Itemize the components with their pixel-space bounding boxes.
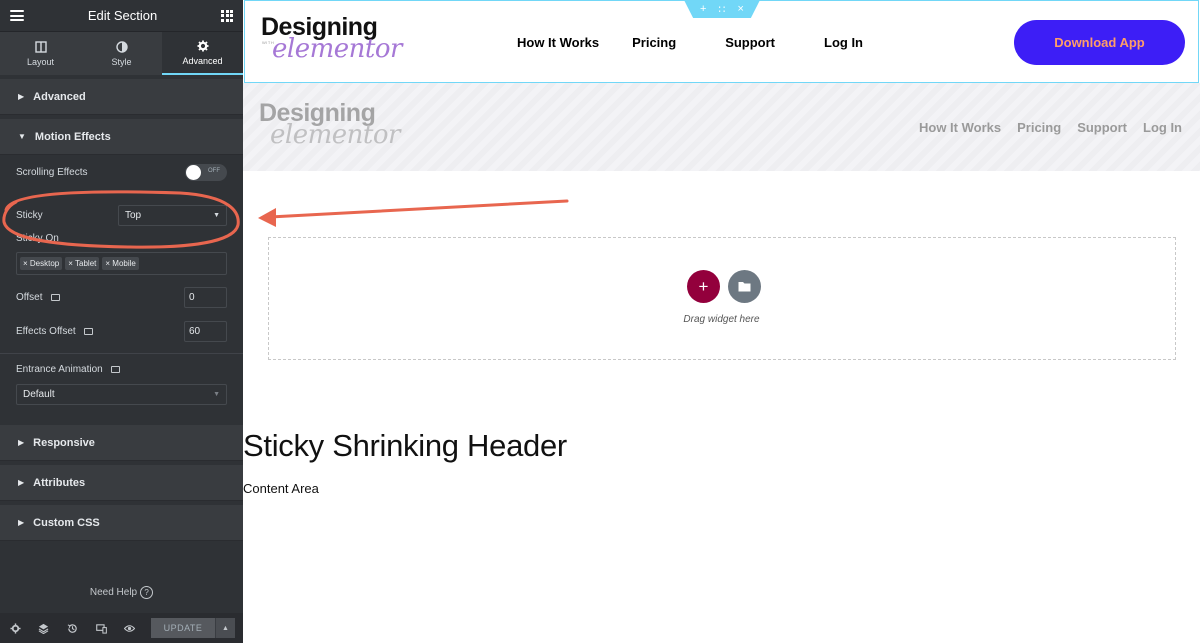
nav-how-it-works[interactable]: How It Works (517, 35, 599, 50)
content-area-text: Content Area (243, 481, 319, 496)
page-heading: Sticky Shrinking Header (243, 428, 567, 463)
logo-elementor-text-faded: elementor (270, 120, 400, 150)
panel-title: Edit Section (87, 8, 158, 23)
section-advanced[interactable]: ▶ Advanced (0, 79, 243, 115)
section-custom-css-label: Custom CSS (33, 516, 100, 529)
update-button-group: UPDATE ▲ (151, 618, 235, 638)
preview-eye-icon[interactable] (122, 620, 137, 636)
chevron-down-icon: ▼ (213, 212, 220, 219)
nav-log-in[interactable]: Log In (824, 35, 863, 50)
desktop-monitor-icon[interactable] (83, 328, 93, 335)
section-handle[interactable]: + ∷ × (684, 0, 760, 18)
desktop-monitor-icon[interactable] (50, 294, 60, 301)
panel-footer: UPDATE ▲ (0, 613, 243, 643)
offset-label: Offset (16, 292, 43, 303)
site-logo[interactable]: Designing WITH elementor (261, 13, 402, 64)
caret-right-icon: ▶ (18, 478, 25, 487)
shrunk-nav-pricing: Pricing (1017, 120, 1062, 135)
widgets-grid-icon[interactable] (221, 9, 233, 22)
add-section-icon[interactable]: + (700, 3, 706, 15)
layers-icon[interactable] (37, 620, 52, 636)
question-icon: ? (140, 586, 154, 599)
chevron-down-icon: ▼ (213, 391, 220, 398)
drag-handle-icon[interactable]: ∷ (718, 3, 725, 16)
logo-with-text: WITH (262, 40, 275, 45)
section-motion-effects-label: Motion Effects (34, 130, 111, 143)
caret-right-icon: ▶ (18, 518, 25, 527)
sticky-on-tag-input[interactable]: × Desktop × Tablet × Mobile (16, 252, 227, 275)
effects-offset-label: Effects Offset (16, 326, 76, 337)
entrance-animation-label: Entrance Animation (16, 364, 103, 375)
page-canvas: Designing WITH elementor How It Works Pr… (243, 0, 1200, 643)
section-motion-effects[interactable]: ▼ Motion Effects (0, 119, 243, 155)
tag-desktop[interactable]: × Desktop (20, 257, 63, 270)
shrunk-header-preview: Designing elementor How It Works Pricing… (243, 83, 1200, 171)
gear-icon (197, 40, 208, 51)
widget-drop-zone[interactable] (268, 237, 1176, 360)
nav-support[interactable]: Support (725, 35, 775, 50)
shrunk-nav-how-it-works: How It Works (919, 120, 1002, 135)
effects-offset-input[interactable]: 60 (184, 321, 227, 342)
panel-tabs: Layout Style Advanced (0, 32, 243, 75)
shrunk-nav-log-in: Log In (1143, 120, 1183, 135)
need-help-link[interactable]: Need Help? (0, 586, 243, 599)
tab-layout[interactable]: Layout (0, 32, 81, 75)
editor-panel: Edit Section Layout Style Advanced ▶ Adv… (0, 0, 243, 643)
history-icon[interactable] (65, 620, 80, 636)
section-attributes[interactable]: ▶ Attributes (0, 465, 243, 501)
add-widget-plus-icon[interactable]: + (687, 270, 720, 303)
settings-gear-icon[interactable] (8, 620, 23, 636)
update-button[interactable]: UPDATE (151, 618, 215, 638)
offset-input[interactable]: 0 (184, 287, 227, 308)
section-custom-css[interactable]: ▶ Custom CSS (0, 505, 243, 541)
layout-icon (34, 40, 47, 53)
entrance-animation-value: Default (23, 389, 55, 400)
sticky-select-value: Top (125, 210, 142, 221)
close-icon[interactable]: × (738, 3, 744, 15)
desktop-monitor-icon[interactable] (110, 366, 120, 373)
site-logo-faded: Designing elementor (259, 99, 400, 150)
section-responsive-label: Responsive (33, 436, 95, 449)
caret-up-icon[interactable]: ▲ (215, 618, 235, 638)
section-responsive[interactable]: ▶ Responsive (0, 425, 243, 461)
sticky-select[interactable]: Top ▼ (118, 205, 227, 226)
nav-pricing[interactable]: Pricing (632, 35, 676, 50)
tag-mobile[interactable]: × Mobile (102, 257, 139, 270)
caret-right-icon: ▶ (18, 92, 25, 101)
need-help-label: Need Help (89, 587, 138, 598)
shrunk-nav-support: Support (1077, 120, 1128, 135)
tab-style[interactable]: Style (81, 32, 162, 75)
hamburger-menu-icon[interactable] (10, 10, 24, 21)
template-folder-icon[interactable] (728, 270, 761, 303)
scrolling-effects-label: Scrolling Effects (16, 166, 88, 178)
shrunk-nav: How It Works Pricing Support Log In (919, 120, 1182, 135)
entrance-animation-select[interactable]: Default ▼ (16, 384, 227, 405)
tab-style-label: Style (111, 56, 132, 67)
responsive-mode-icon[interactable] (94, 620, 109, 636)
drag-widget-hint: Drag widget here (683, 314, 760, 325)
logo-elementor-text: elementor (272, 34, 402, 64)
sticky-label: Sticky (16, 210, 43, 221)
scrolling-effects-toggle[interactable]: OFF (185, 163, 227, 181)
section-advanced-label: Advanced (33, 90, 86, 103)
style-halfcircle-icon (115, 40, 128, 53)
motion-effects-controls: Scrolling Effects OFF Sticky Top ▼ Stick… (0, 155, 243, 421)
tab-advanced[interactable]: Advanced (162, 32, 243, 75)
section-attributes-label: Attributes (33, 476, 86, 489)
tab-advanced-label: Advanced (182, 55, 223, 66)
panel-topbar: Edit Section (0, 0, 243, 32)
toggle-off-label: OFF (208, 167, 220, 174)
caret-down-icon: ▼ (18, 132, 26, 141)
caret-right-icon: ▶ (18, 438, 25, 447)
tab-layout-label: Layout (26, 56, 55, 67)
tag-tablet[interactable]: × Tablet (65, 257, 100, 270)
main-nav: How It Works Pricing Support Log In (517, 35, 863, 50)
sticky-on-label: Sticky On (16, 233, 59, 244)
download-app-button[interactable]: Download App (1014, 20, 1185, 65)
